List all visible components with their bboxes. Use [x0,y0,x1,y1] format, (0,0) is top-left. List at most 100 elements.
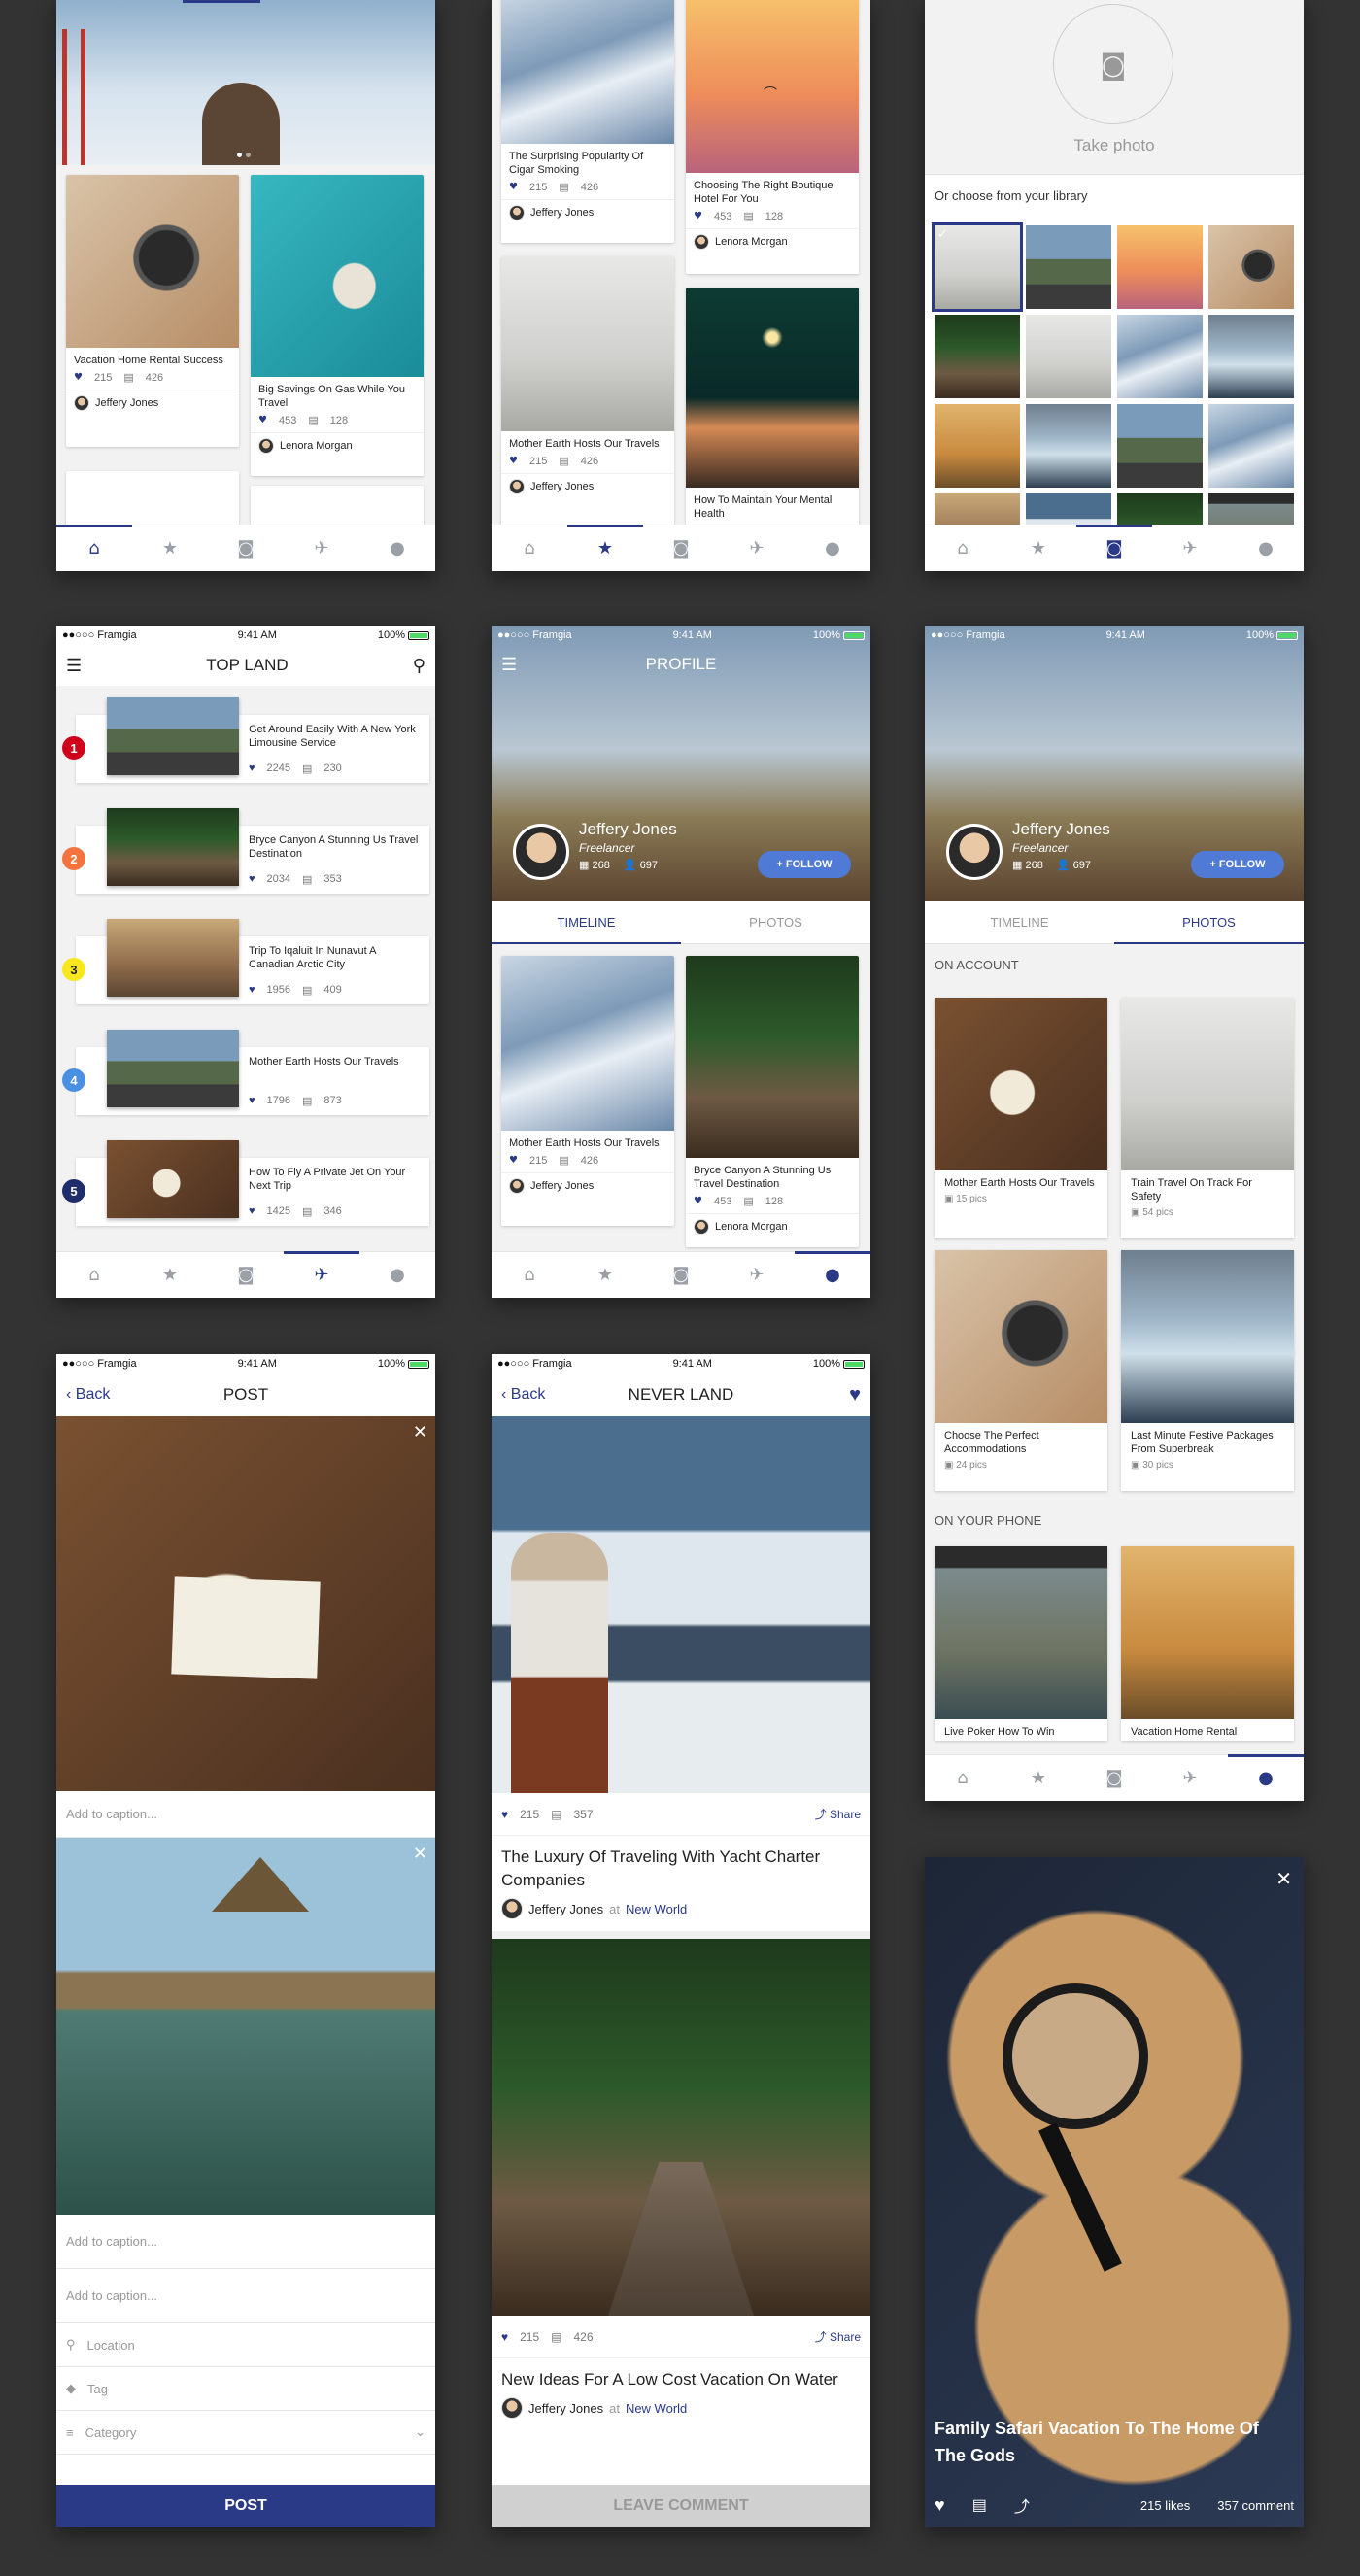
tab-home[interactable]: ⌂ [492,525,567,571]
tab-favorites[interactable]: ★ [567,1252,643,1298]
library-photo[interactable] [1208,315,1294,398]
avatar[interactable] [694,234,709,250]
comment-icon[interactable]: ▤ [972,2495,987,2515]
tab-travel[interactable]: ✈ [719,1252,795,1298]
menu-icon[interactable]: ☰ [66,656,82,676]
share-button[interactable]: ⤴ Share [815,2328,861,2345]
tab-camera[interactable]: ◙ [208,525,284,571]
caption-field[interactable]: Add to caption... [56,2269,435,2323]
tab-profile[interactable]: ● [359,525,435,571]
album-card[interactable]: Last Minute Festive Packages From Superb… [1121,1250,1294,1491]
author-name[interactable]: Jeffery Jones [530,207,594,219]
heart-icon[interactable]: ♥ [935,2495,945,2516]
tab-home[interactable]: ⌂ [56,525,132,571]
tab-camera[interactable]: ◙ [1076,525,1152,571]
heart-icon[interactable]: ♥ [258,415,267,425]
carousel-dots[interactable] [237,153,251,157]
album-card[interactable]: Mother Earth Hosts Our Travels ▣ 15 pics [935,998,1107,1238]
leave-comment-button[interactable]: LEAVE COMMENT [492,2485,870,2527]
post-card[interactable]: Mother Earth Hosts Our Travels ♥ 215 ▤ 426 … [501,956,674,1226]
post-card[interactable]: Vacation Home Rental Success ♥ 215 ▤ 426 Je… [66,175,239,447]
avatar[interactable] [501,1898,523,1919]
tab-profile[interactable]: ● [795,1251,870,1298]
tab-camera[interactable]: ◙ [643,525,719,571]
avatar[interactable] [501,2397,523,2419]
tab-favorites[interactable]: ★ [1001,1755,1076,1801]
search-icon[interactable]: ⚲ [413,656,425,676]
take-photo-area[interactable]: ◙ Take photo [925,0,1304,175]
author-name[interactable]: Jeffery Jones [530,481,594,492]
post-card[interactable] [66,471,239,529]
tab-camera[interactable]: ◙ [1076,1755,1152,1801]
tab-travel[interactable]: ✈ [719,525,795,571]
place-link[interactable]: New World [626,1902,687,1916]
post-title[interactable]: The Luxury Of Traveling With Yacht Chart… [492,1836,870,1896]
tab-profile[interactable]: ● [1228,1754,1304,1801]
album-card[interactable]: Live Poker How To Win [935,1546,1107,1741]
close-icon[interactable]: ✕ [413,1422,427,1442]
tab-travel[interactable]: ✈ [1152,525,1228,571]
library-photo[interactable] [1026,315,1111,398]
heart-icon[interactable]: ♥ [249,1205,255,1218]
hero-image[interactable] [56,0,435,165]
tab-favorites[interactable]: ★ [1001,525,1076,571]
library-photo[interactable] [1117,225,1203,309]
avatar[interactable] [258,438,274,454]
post-card[interactable]: ⌒ Choosing The Right Boutique Hotel For … [686,0,859,274]
tab-profile[interactable]: ● [1228,525,1304,571]
list-item[interactable]: Trip To Iqaluit In Nunavut A Canadian Ar… [76,919,429,1004]
tab-travel[interactable]: ✈ [1152,1755,1228,1801]
caption-field[interactable]: Add to caption... [56,1791,435,1838]
heart-icon[interactable]: ♥ [849,1384,861,1407]
tab-favorites[interactable]: ★ [567,525,643,571]
tab-travel[interactable]: ✈ [284,1251,359,1298]
place-link[interactable]: New World [626,2401,687,2416]
tag-field[interactable]: ◆ Tag [56,2367,435,2411]
author-name[interactable]: Jeffery Jones [528,1902,603,1916]
author-name[interactable]: Jeffery Jones [528,2401,603,2416]
library-photo[interactable]: ✓ [932,222,1023,312]
share-button[interactable]: ⤴ Share [815,1806,861,1822]
list-item[interactable]: How To Fly A Private Jet On Your Next Tr… [76,1140,429,1226]
avatar[interactable] [509,205,525,220]
author-name[interactable]: Lenora Morgan [715,1221,788,1233]
post-card[interactable] [251,486,424,529]
location-field[interactable]: ⚲ Location [56,2323,435,2367]
post-button[interactable]: POST [56,2485,435,2527]
avatar[interactable] [74,395,89,411]
tab-profile[interactable]: ● [795,525,870,571]
tab-camera[interactable]: ◙ [208,1252,284,1298]
post-card[interactable]: Mother Earth Hosts Our Travels ♥ 215 ▤ 426 … [501,256,674,528]
library-photo[interactable] [1117,404,1203,488]
heart-icon[interactable]: ♥ [249,873,255,886]
library-photo[interactable] [1208,404,1294,488]
avatar[interactable] [946,824,1003,880]
heart-icon[interactable]: ♥ [501,2330,508,2344]
library-photo[interactable] [1117,315,1203,398]
category-select[interactable]: ≡ Category ⌄ [56,2411,435,2455]
follow-button[interactable]: + FOLLOW [1191,851,1284,878]
tab-photos[interactable]: PHOTOS [1114,901,1304,944]
tab-timeline[interactable]: TIMELINE [492,901,681,944]
tab-favorites[interactable]: ★ [132,525,208,571]
heart-icon[interactable]: ♥ [74,372,83,383]
heart-icon[interactable]: ♥ [509,1155,518,1166]
comment-icon[interactable]: ▤ [551,1808,561,1821]
post-card[interactable]: How To Maintain Your Mental Health [686,288,859,530]
library-photo[interactable] [935,315,1020,398]
tab-travel[interactable]: ✈ [284,525,359,571]
post-title[interactable]: New Ideas For A Low Cost Vacation On Wat… [492,2358,870,2395]
post-card[interactable]: The Surprising Popularity Of Cigar Smoki… [501,0,674,243]
post-card[interactable]: Bryce Canyon A Stunning Us Travel Destin… [686,956,859,1247]
album-card[interactable]: Choose The Perfect Accommodations ▣ 24 pi… [935,1250,1107,1491]
avatar[interactable] [509,479,525,494]
library-photo[interactable] [1026,225,1111,309]
tab-home[interactable]: ⌂ [925,525,1001,571]
author-name[interactable]: Jeffery Jones [530,1180,594,1192]
heart-icon[interactable]: ♥ [694,211,702,221]
list-item[interactable]: Bryce Canyon A Stunning Us Travel Destin… [76,808,429,894]
follow-button[interactable]: + FOLLOW [758,851,851,878]
heart-icon[interactable]: ♥ [249,763,255,775]
author-name[interactable]: Lenora Morgan [280,440,353,452]
close-icon[interactable]: ✕ [413,1844,427,1864]
